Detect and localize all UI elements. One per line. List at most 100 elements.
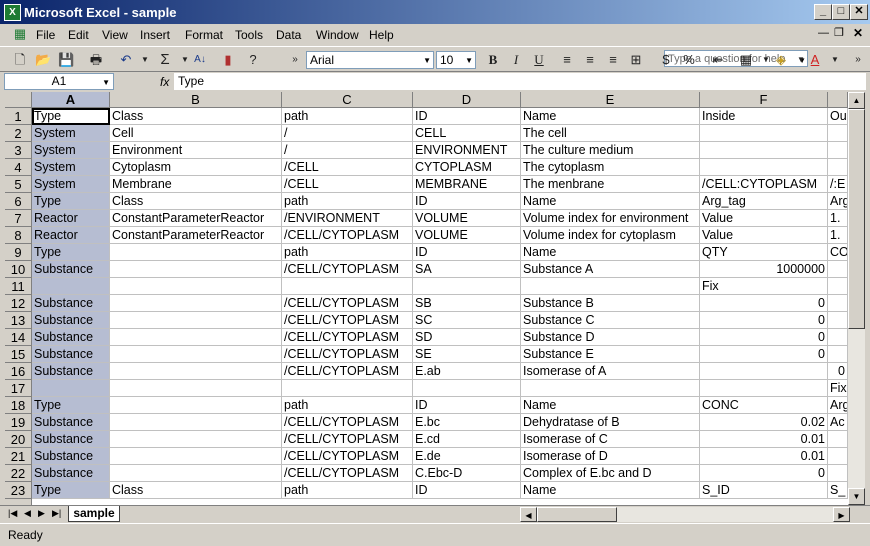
name-box[interactable]: A1 ▼ [4,73,114,90]
row-header[interactable]: 9 [5,244,32,261]
table-cell[interactable]: Dehydratase of B [521,414,700,431]
table-cell[interactable]: SA [413,261,521,278]
table-cell[interactable]: SC [413,312,521,329]
table-cell[interactable]: 0 [700,346,828,363]
table-cell[interactable] [32,278,110,295]
column-header[interactable]: D [413,92,521,108]
select-all-button[interactable] [5,92,32,108]
table-cell[interactable]: E.de [413,448,521,465]
table-cell[interactable] [521,278,700,295]
table-cell[interactable]: 0.01 [700,431,828,448]
table-cell[interactable]: Substance E [521,346,700,363]
table-cell[interactable] [282,380,413,397]
doc-close-button[interactable]: ✕ [853,26,863,40]
table-cell[interactable] [110,448,282,465]
menu-file[interactable]: File [36,28,55,42]
table-cell[interactable]: Fix [700,278,828,295]
table-cell[interactable] [110,363,282,380]
table-cell[interactable] [110,414,282,431]
row-header[interactable]: 11 [5,278,32,295]
row-header[interactable]: 5 [5,176,32,193]
table-cell[interactable]: Isomerase of D [521,448,700,465]
table-cell[interactable]: CONC [700,397,828,414]
table-cell[interactable] [110,295,282,312]
next-sheet-icon[interactable]: ▶ [38,508,45,519]
undo-icon[interactable]: ↶ [118,52,134,68]
table-cell[interactable]: 0 [700,329,828,346]
table-cell[interactable]: SB [413,295,521,312]
new-document-icon[interactable]: 🗋 [12,52,28,68]
prev-sheet-icon[interactable]: ◀ [24,508,31,519]
table-cell[interactable]: CELL [413,125,521,142]
menu-data[interactable]: Data [276,28,301,42]
minimize-button[interactable]: _ [814,4,832,20]
table-cell[interactable]: ConstantParameterReactor [110,210,282,227]
table-cell[interactable] [282,278,413,295]
table-cell[interactable]: Name [521,193,700,210]
table-cell[interactable] [110,380,282,397]
table-cell[interactable]: path [282,482,413,499]
table-cell[interactable]: ENVIRONMENT [413,142,521,159]
table-cell[interactable]: path [282,193,413,210]
maximize-button[interactable]: □ [832,4,850,20]
table-cell[interactable] [413,380,521,397]
table-cell[interactable] [110,346,282,363]
row-header[interactable]: 17 [5,380,32,397]
menu-view[interactable]: View [102,28,128,42]
table-cell[interactable]: Substance [32,431,110,448]
table-cell[interactable]: /:E [828,176,848,193]
font-name-select[interactable]: Arial ▼ [306,51,434,69]
table-cell[interactable]: S_ID [700,482,828,499]
vertical-scrollbar[interactable]: ▲ ▼ [848,92,865,505]
table-cell[interactable] [700,125,828,142]
doc-minimize-button[interactable]: — [818,27,829,39]
table-cell[interactable]: VOLUME [413,210,521,227]
table-cell[interactable]: Substance [32,414,110,431]
italic-icon[interactable]: I [508,52,524,68]
menu-window[interactable]: Window [316,28,359,42]
row-header[interactable]: 3 [5,142,32,159]
table-cell[interactable]: Ou [828,108,848,125]
table-cell[interactable] [828,142,848,159]
table-cell[interactable] [828,465,848,482]
table-cell[interactable]: path [282,108,413,125]
menu-edit[interactable]: Edit [68,28,89,42]
merge-center-icon[interactable]: ⊞ [628,52,644,68]
table-cell[interactable] [110,465,282,482]
table-cell[interactable]: Type [32,108,110,125]
table-cell[interactable]: 0 [828,363,848,380]
toolbar-options-icon[interactable]: » [287,52,303,68]
row-header[interactable]: 8 [5,227,32,244]
table-cell[interactable]: System [32,159,110,176]
table-cell[interactable]: ID [413,193,521,210]
workbook-icon[interactable]: ▦ [12,26,28,42]
borders-dropdown-icon[interactable]: ▼ [758,52,774,68]
table-cell[interactable]: Cytoplasm [110,159,282,176]
table-cell[interactable]: Class [110,193,282,210]
table-cell[interactable] [828,125,848,142]
borders-icon[interactable]: ▦ [738,52,754,68]
scroll-down-icon[interactable]: ▼ [848,488,865,505]
column-header[interactable]: F [700,92,828,108]
table-cell[interactable]: VOLUME [413,227,521,244]
print-icon[interactable]: 🖶 [88,52,104,68]
table-cell[interactable]: 0 [700,295,828,312]
table-cell[interactable]: Substance B [521,295,700,312]
row-header[interactable]: 20 [5,431,32,448]
table-cell[interactable]: QTY [700,244,828,261]
column-header[interactable] [828,92,848,108]
table-cell[interactable]: Complex of E.bc and D [521,465,700,482]
spreadsheet-grid[interactable]: A B C D E F 1 Type Class path ID Name Inside Ou 2 Syste… [5,92,848,505]
table-cell[interactable] [828,261,848,278]
table-cell[interactable]: Substance A [521,261,700,278]
table-cell[interactable]: path [282,397,413,414]
table-cell[interactable] [828,278,848,295]
table-cell[interactable]: /CELL/CYTOPLASM [282,465,413,482]
row-header[interactable]: 6 [5,193,32,210]
scroll-thumb[interactable] [848,109,865,329]
table-cell[interactable] [110,278,282,295]
row-header[interactable]: 23 [5,482,32,499]
table-cell[interactable]: System [32,176,110,193]
menu-format[interactable]: Format [185,28,223,42]
table-cell[interactable] [110,312,282,329]
